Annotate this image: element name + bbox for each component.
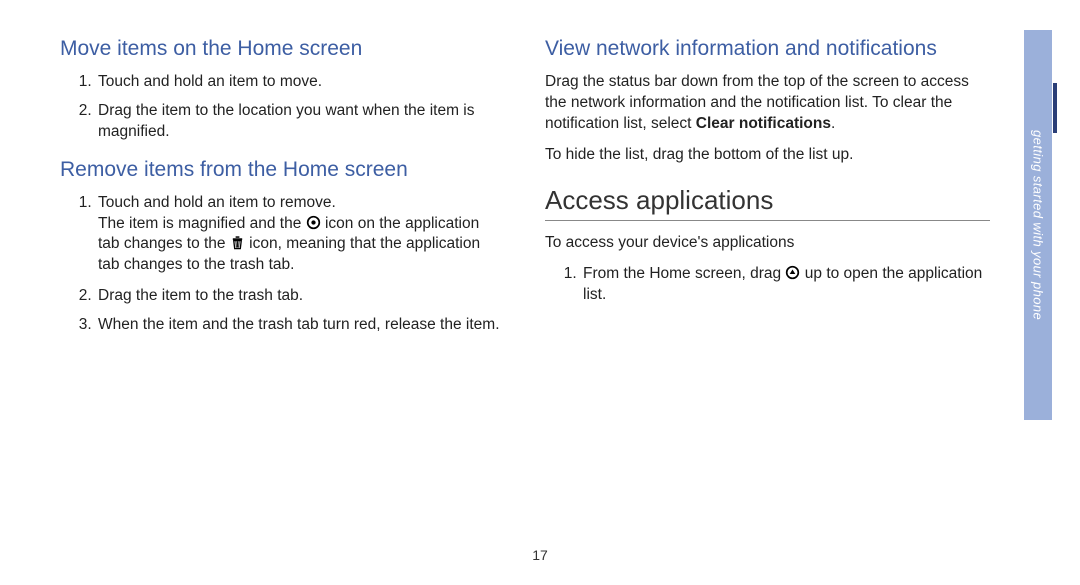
right-column: View network information and notificatio… <box>545 30 990 349</box>
step-item: Drag the item to the location you want w… <box>96 101 505 143</box>
section-tab-marker <box>1053 83 1057 133</box>
target-circle-icon <box>306 215 321 230</box>
step-text: From the Home screen, drag <box>583 265 785 282</box>
section-heading-access-apps: Access applications <box>545 185 990 216</box>
step-item: When the item and the trash tab turn red… <box>96 315 505 336</box>
step-item: Touch and hold an item to remove. The it… <box>96 193 505 276</box>
step-item: Drag the item to the trash tab. <box>96 286 505 307</box>
step-text: Touch and hold an item to remove. <box>98 194 336 211</box>
bold-text: Clear notifications <box>696 115 831 132</box>
section-heading-remove-items: Remove items from the Home screen <box>60 157 505 183</box>
heading-rule <box>545 220 990 221</box>
section-tab-label: getting started with your phone <box>1031 130 1046 320</box>
section-heading-move-items: Move items on the Home screen <box>60 36 505 62</box>
paragraph: Drag the status bar down from the top of… <box>545 72 990 134</box>
step-item: From the Home screen, drag up to open th… <box>581 264 990 306</box>
left-column: Move items on the Home screen Touch and … <box>60 30 505 349</box>
subtext-part: The item is magnified and the <box>98 215 306 232</box>
trash-icon <box>230 235 245 250</box>
step-subtext: The item is magnified and the icon on th… <box>98 214 505 276</box>
step-item: Touch and hold an item to move. <box>96 72 505 93</box>
content-columns: Move items on the Home screen Touch and … <box>60 30 990 349</box>
up-circle-icon <box>785 265 800 280</box>
paragraph: To hide the list, drag the bottom of the… <box>545 145 990 166</box>
page-number: 17 <box>0 547 1080 563</box>
section-heading-view-network: View network information and notificatio… <box>545 36 990 62</box>
para-text: . <box>831 115 835 132</box>
intro-text: To access your device's applications <box>545 233 990 254</box>
steps-access-apps: From the Home screen, drag up to open th… <box>545 264 990 306</box>
section-tab: getting started with your phone <box>1024 30 1052 420</box>
manual-page: Move items on the Home screen Touch and … <box>0 0 1080 585</box>
steps-move-items: Touch and hold an item to move. Drag the… <box>60 72 505 142</box>
steps-remove-items: Touch and hold an item to remove. The it… <box>60 193 505 336</box>
